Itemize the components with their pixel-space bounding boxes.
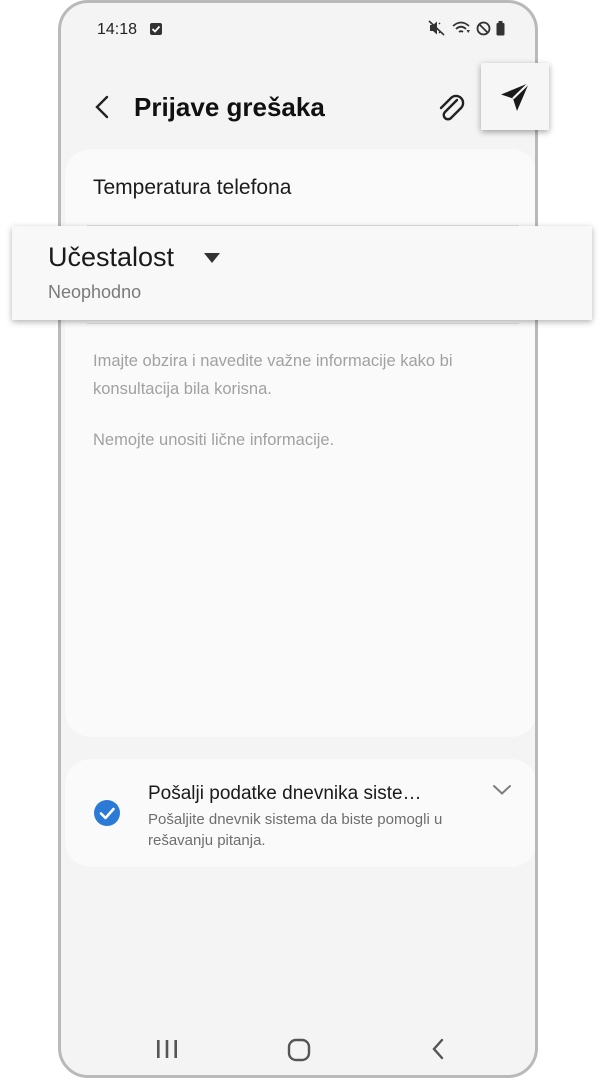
navigation-bar bbox=[61, 1023, 535, 1075]
dropdown-arrow-icon[interactable] bbox=[203, 252, 221, 264]
status-time: 14:18 bbox=[97, 21, 138, 38]
description-hint[interactable]: Imajte obzira i navedite važne informaci… bbox=[93, 347, 513, 403]
battery-icon bbox=[496, 20, 505, 35]
recents-icon[interactable] bbox=[154, 1037, 180, 1061]
app-bar: Prijave grešaka bbox=[61, 67, 535, 151]
frequency-dropdown[interactable]: Učestalost Neophodno bbox=[12, 226, 592, 320]
phone-frame: 14:18 Prijave grešaka Temperatura telefo… bbox=[58, 0, 538, 1078]
home-icon[interactable] bbox=[286, 1038, 312, 1062]
back-icon[interactable] bbox=[427, 1037, 451, 1061]
frequency-label: Učestalost bbox=[48, 242, 175, 272]
wifi-icon bbox=[452, 21, 470, 33]
page-title: Prijave grešaka bbox=[134, 92, 325, 122]
subject-field[interactable]: Temperatura telefona bbox=[93, 176, 291, 200]
paperclip-icon[interactable] bbox=[433, 91, 469, 127]
check-box-icon bbox=[150, 23, 162, 35]
privacy-hint: Nemojte unositi lične informacije. bbox=[93, 431, 335, 449]
send-button[interactable] bbox=[481, 63, 549, 130]
required-label: Neophodno bbox=[48, 282, 142, 302]
log-description: Pošaljite dnevnik sistema da biste pomog… bbox=[148, 811, 443, 849]
mute-icon bbox=[428, 20, 445, 36]
log-title: Pošalji podatke dnevnika siste… bbox=[148, 783, 422, 804]
back-arrow-icon[interactable] bbox=[87, 91, 119, 123]
status-icons bbox=[428, 20, 505, 36]
chevron-down-icon[interactable] bbox=[491, 783, 513, 797]
system-log-card[interactable]: Pošalji podatke dnevnika siste… Pošaljit… bbox=[65, 759, 535, 867]
no-disturb-icon bbox=[476, 21, 491, 35]
divider bbox=[87, 323, 519, 324]
status-bar: 14:18 bbox=[61, 3, 535, 57]
send-icon bbox=[501, 81, 530, 111]
checkbox-checked-icon[interactable] bbox=[93, 799, 121, 827]
